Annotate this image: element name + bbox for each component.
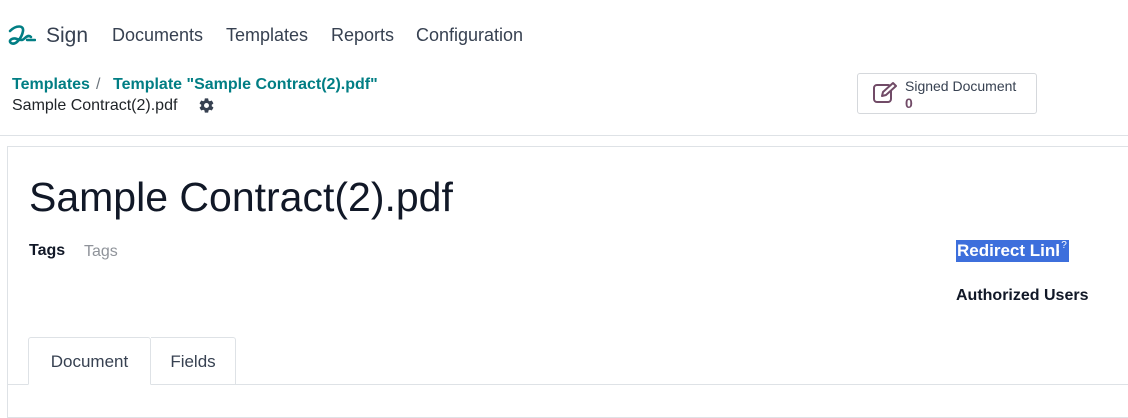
gear-icon[interactable] [198, 97, 215, 114]
stat-label: Signed Document [905, 78, 1017, 94]
breadcrumb-separator: / [96, 76, 101, 93]
menu-templates[interactable]: Templates [226, 25, 308, 46]
signed-document-icon [873, 82, 897, 103]
form-sheet: Sample Contract(2).pdf Tags Tags Redirec… [7, 146, 1128, 418]
breadcrumb-templates[interactable]: Templates [12, 76, 90, 94]
breadcrumb-current: Sample Contract(2).pdf [12, 97, 178, 114]
top-navbar: Sign Documents Templates Reports Configu… [0, 0, 1128, 68]
stat-value: 0 [905, 95, 913, 111]
tags-input[interactable]: Tags [84, 243, 118, 261]
breadcrumb-template-record[interactable]: Template "Sample Contract(2).pdf" [113, 76, 378, 94]
tabs-divider [8, 384, 1128, 385]
signed-document-stat-button[interactable]: Signed Document 0 [857, 73, 1037, 114]
tab-document-label: Document [50, 352, 129, 371]
tags-label: Tags [29, 242, 66, 259]
menu-documents[interactable]: Documents [112, 25, 203, 46]
control-panel: Templates / Template "Sample Contract(2)… [0, 68, 1128, 136]
help-tooltip-icon[interactable]: ? [1059, 240, 1069, 262]
app-name[interactable]: Sign [46, 24, 88, 48]
redirect-link-label: Redirect Link [956, 240, 1065, 262]
authorized-users-label: Authorized Users [956, 287, 1089, 304]
tab-fields-label: Fields [170, 352, 216, 371]
document-title[interactable]: Sample Contract(2).pdf [29, 174, 453, 221]
tab-fields[interactable]: Fields [151, 337, 236, 385]
tab-document[interactable]: Document [28, 337, 151, 385]
sign-app-logo-icon[interactable] [6, 20, 36, 50]
menu-reports[interactable]: Reports [331, 25, 394, 46]
menu-configuration[interactable]: Configuration [416, 25, 523, 46]
